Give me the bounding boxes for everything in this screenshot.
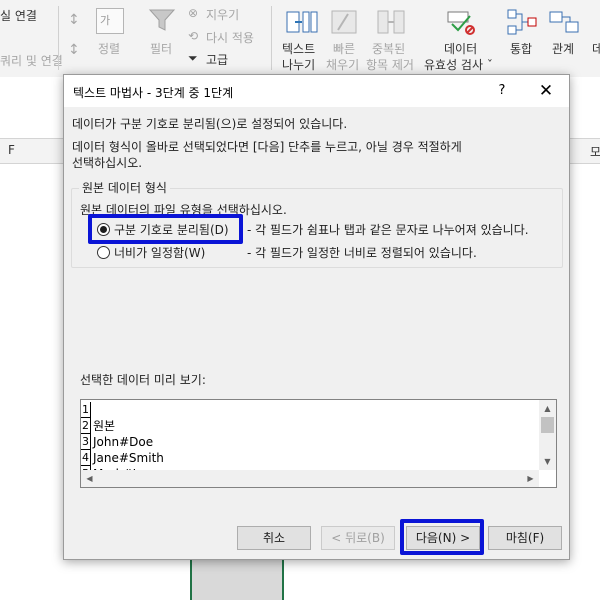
- preview-row-value: 원본: [93, 419, 116, 433]
- text-import-wizard-dialog: 텍스트 마법사 - 3단계 중 1단계 ? ✕ 데이터가 구분 기호로 분리됨(…: [63, 74, 570, 560]
- sort-icon[interactable]: 가: [96, 8, 124, 34]
- fixed-width-option-description: - 각 필드가 일정한 너비로 정렬되어 있습니다.: [247, 246, 477, 260]
- filter-label[interactable]: 필터: [150, 40, 172, 57]
- close-icon[interactable]: ✕: [534, 80, 558, 102]
- preview-horizontal-scrollbar[interactable]: ◀ ▶: [81, 470, 539, 487]
- consolidate-icon[interactable]: [506, 8, 538, 36]
- data-validation-icon[interactable]: [446, 8, 476, 36]
- preview-row-number: 3: [81, 434, 91, 450]
- sort-az-icon[interactable]: ↕: [68, 12, 80, 28]
- relationships-label[interactable]: 관계: [552, 40, 574, 57]
- dialog-titlebar: 텍스트 마법사 - 3단계 중 1단계 ? ✕: [64, 75, 569, 107]
- reapply-icon[interactable]: ⟲: [188, 29, 198, 43]
- intro-line-1: 데이터가 구분 기호로 분리됨(으)로 설정되어 있습니다.: [72, 117, 348, 131]
- preview-row-number: 2: [81, 418, 91, 434]
- flash-fill-icon[interactable]: [330, 8, 358, 36]
- scroll-left-arrow-icon[interactable]: ◀: [81, 470, 98, 487]
- delimited-option-description: - 각 필드가 쉼표나 탭과 같은 문자로 나누어져 있습니다.: [247, 223, 529, 237]
- fixed-width-option-label[interactable]: 너비가 일정함(W): [114, 244, 205, 261]
- preview-row: 1: [81, 402, 541, 418]
- data-preview-box[interactable]: 1 2 원본 3 John#Doe 4 Jane#Smith 5 Mark#Le…: [80, 399, 557, 488]
- scroll-up-arrow-icon[interactable]: ▲: [539, 400, 556, 417]
- data-validation-label-1[interactable]: 데이터: [444, 40, 477, 57]
- reapply-label[interactable]: 다시 적용: [206, 29, 254, 46]
- ribbon-separator: [271, 6, 272, 70]
- preview-vertical-scrollbar[interactable]: ▲ ▼: [539, 400, 556, 470]
- delimited-highlight-annotation: [88, 214, 243, 244]
- column-header-f[interactable]: F: [8, 143, 15, 157]
- selected-column-cells[interactable]: [190, 560, 284, 600]
- fixed-width-radio[interactable]: [97, 246, 110, 259]
- flash-fill-label-2[interactable]: 채우기: [326, 56, 359, 73]
- text-to-columns-label-1[interactable]: 텍스트: [282, 40, 315, 57]
- clear-filter-label[interactable]: 지우기: [206, 6, 239, 23]
- relationships-icon[interactable]: [548, 8, 580, 36]
- source-format-group-title: 원본 데이터 형식: [79, 179, 170, 196]
- scroll-down-arrow-icon[interactable]: ▼: [539, 453, 556, 470]
- scroll-right-arrow-icon[interactable]: ▶: [522, 470, 539, 487]
- remove-duplicates-label-2[interactable]: 항목 제거: [366, 56, 414, 73]
- preview-row-value: John#Doe: [93, 435, 154, 449]
- sort-label[interactable]: 정렬: [98, 40, 120, 57]
- intro-line-2: 데이터 형식이 올바로 선택되었다면 [다음] 단추를 누르고, 아닐 경우 적…: [72, 140, 462, 154]
- scroll-thumb[interactable]: [541, 417, 554, 433]
- flash-fill-label-1[interactable]: 빠른: [333, 40, 355, 57]
- preview-label: 선택한 데이터 미리 보기:: [80, 373, 206, 387]
- ribbon: 실 연결 쿼리 및 연결 ↕ ↕ 가 정렬 필터 ⊗ 지우기 ⟲ 다시 적용 ⏷…: [0, 0, 600, 78]
- preview-row: 4 Jane#Smith: [81, 450, 541, 466]
- advanced-label[interactable]: 고급: [206, 51, 228, 68]
- help-icon[interactable]: ?: [492, 81, 512, 101]
- next-button-highlight-annotation: [400, 519, 484, 555]
- dialog-title: 텍스트 마법사 - 3단계 중 1단계: [73, 86, 234, 100]
- clear-filter-icon[interactable]: ⊗: [188, 6, 198, 20]
- back-button[interactable]: < 뒤로(B): [321, 526, 395, 550]
- preview-row-number: 1: [81, 402, 91, 418]
- sort-za-icon[interactable]: ↕: [68, 42, 80, 58]
- preview-row: 2 원본: [81, 418, 541, 434]
- consolidate-label[interactable]: 통합: [510, 40, 532, 57]
- intro-line-3: 선택하십시오.: [72, 156, 143, 170]
- advanced-filter-icon[interactable]: ⏷: [188, 51, 198, 66]
- filter-icon[interactable]: [148, 8, 176, 32]
- remove-duplicates-label-1[interactable]: 중복된: [372, 40, 405, 57]
- remove-duplicates-icon[interactable]: [376, 8, 406, 36]
- preview-row-value: Jane#Smith: [93, 451, 164, 465]
- data-validation-label-2[interactable]: 유효성 검사 ˇ: [424, 56, 493, 73]
- text-to-columns-icon[interactable]: [286, 8, 318, 36]
- preview-row: 3 John#Doe: [81, 434, 541, 450]
- text-to-columns-label-2[interactable]: 나누기: [282, 56, 315, 73]
- finish-button[interactable]: 마침(F): [488, 526, 562, 550]
- cancel-button[interactable]: 취소: [237, 526, 311, 550]
- preview-row-number: 4: [81, 450, 91, 466]
- ribbon-connection-text[interactable]: 실 연결: [0, 7, 37, 24]
- ribbon-query-text[interactable]: 쿼리 및 연결: [0, 52, 63, 69]
- ribbon-separator: [58, 6, 59, 70]
- column-header-edge[interactable]: 모: [590, 143, 600, 160]
- ribbon-edge-label-1[interactable]: 데: [592, 40, 600, 57]
